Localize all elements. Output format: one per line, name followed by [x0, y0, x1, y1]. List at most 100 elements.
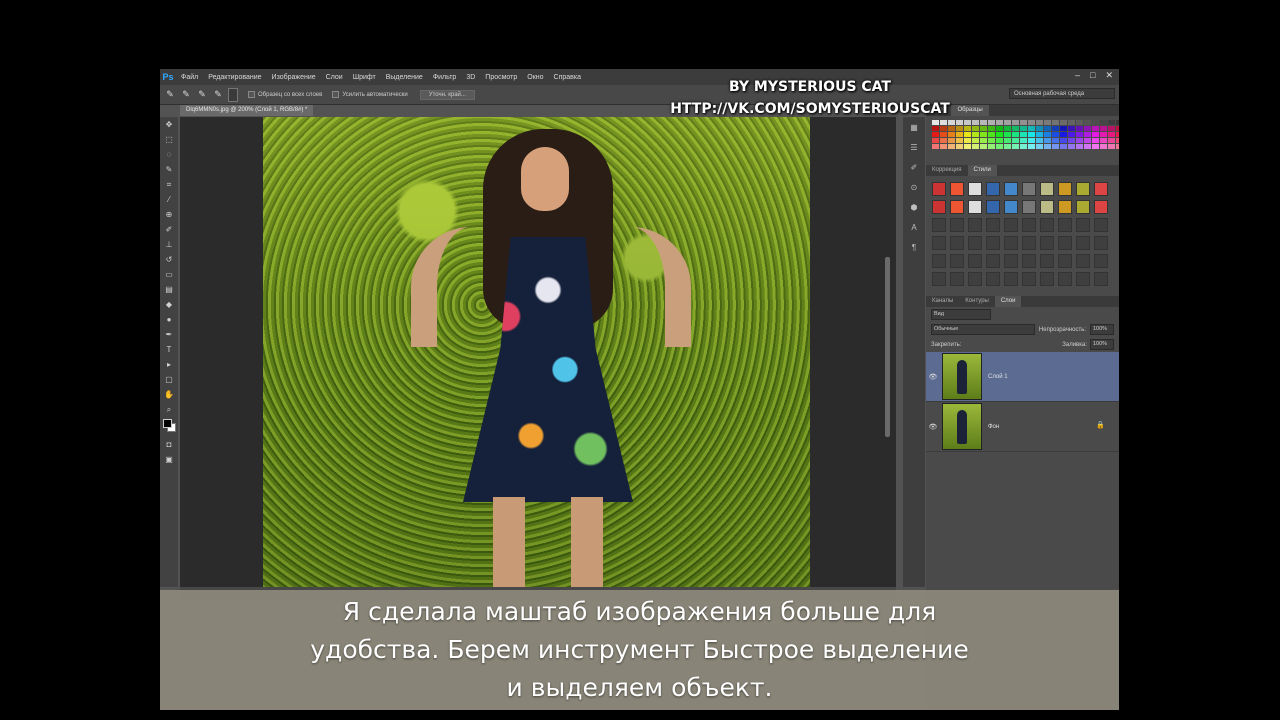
menu-type[interactable]: Шрифт — [348, 74, 381, 81]
color-swatch[interactable] — [956, 144, 963, 149]
marquee-tool-icon[interactable]: ⬚ — [160, 132, 178, 147]
color-swatch[interactable] — [1076, 144, 1083, 149]
style-preset[interactable] — [1004, 236, 1018, 250]
document-canvas[interactable] — [180, 117, 896, 587]
color-swatch[interactable] — [996, 126, 1003, 131]
tab-layers[interactable]: Слои — [994, 296, 1022, 307]
color-swatch[interactable] — [1012, 126, 1019, 131]
menu-window[interactable]: Окно — [522, 74, 548, 81]
style-preset[interactable] — [1022, 200, 1036, 214]
color-swatch[interactable] — [932, 132, 939, 137]
color-swatch[interactable] — [1044, 144, 1051, 149]
color-swatch[interactable] — [1020, 144, 1027, 149]
color-swatch[interactable] — [996, 120, 1003, 125]
color-swatch[interactable] — [1020, 120, 1027, 125]
style-preset[interactable] — [950, 200, 964, 214]
menu-select[interactable]: Выделение — [381, 74, 428, 81]
style-preset[interactable] — [986, 218, 1000, 232]
color-swatch[interactable] — [1108, 132, 1115, 137]
style-preset[interactable] — [1022, 254, 1036, 268]
color-swatch[interactable] — [1028, 144, 1035, 149]
history-brush-tool-icon[interactable]: ↺ — [160, 252, 178, 267]
color-swatch[interactable] — [1044, 138, 1051, 143]
tab-adjustments[interactable]: Коррекция — [926, 165, 968, 176]
color-swatch[interactable] — [940, 120, 947, 125]
eyedropper-tool-icon[interactable]: ⁄ — [160, 192, 178, 207]
clone-source-panel-icon[interactable]: ⊙ — [903, 177, 925, 197]
style-preset[interactable] — [1094, 200, 1108, 214]
color-swatch[interactable] — [1068, 132, 1075, 137]
crop-tool-icon[interactable]: ⌗ — [160, 177, 178, 192]
color-swatch[interactable] — [1052, 144, 1059, 149]
color-swatches[interactable] — [160, 417, 178, 437]
color-swatch[interactable] — [972, 132, 979, 137]
color-swatch[interactable] — [1052, 132, 1059, 137]
screen-mode-icon[interactable]: ▣ — [160, 452, 178, 467]
gradient-tool-icon[interactable]: ▤ — [160, 282, 178, 297]
brush-panel-icon[interactable]: ✐ — [903, 157, 925, 177]
properties-panel-icon[interactable]: ☰ — [903, 137, 925, 157]
style-preset[interactable] — [1004, 182, 1018, 196]
color-swatch[interactable] — [980, 138, 987, 143]
color-swatch[interactable] — [948, 132, 955, 137]
color-swatch[interactable] — [1020, 126, 1027, 131]
style-preset[interactable] — [1040, 218, 1054, 232]
styles-grid[interactable] — [926, 176, 1119, 292]
menu-filter[interactable]: Фильтр — [428, 74, 462, 81]
color-swatch[interactable] — [1036, 126, 1043, 131]
dodge-tool-icon[interactable]: ● — [160, 312, 178, 327]
color-swatch[interactable] — [1004, 120, 1011, 125]
color-swatch[interactable] — [988, 138, 995, 143]
style-preset[interactable] — [950, 218, 964, 232]
color-swatch[interactable] — [948, 138, 955, 143]
color-swatch[interactable] — [1004, 138, 1011, 143]
quick-selection-tool-icon[interactable]: ✎ — [164, 89, 176, 101]
color-swatch[interactable] — [1108, 144, 1115, 149]
color-swatch[interactable] — [980, 120, 987, 125]
style-preset[interactable] — [1094, 236, 1108, 250]
color-swatch[interactable] — [1012, 144, 1019, 149]
3d-panel-icon[interactable]: ⬢ — [903, 197, 925, 217]
style-preset[interactable] — [1058, 272, 1072, 286]
style-preset[interactable] — [1076, 254, 1090, 268]
style-preset[interactable] — [968, 200, 982, 214]
color-swatch[interactable] — [1100, 126, 1107, 131]
color-swatch[interactable] — [1036, 132, 1043, 137]
document-tab[interactable]: Dlq6MMN0s.jpg @ 200% (Слой 1, RGB/8#) * — [180, 105, 314, 116]
color-swatch[interactable] — [1116, 126, 1119, 131]
color-swatch[interactable] — [956, 120, 963, 125]
healing-brush-tool-icon[interactable]: ⊕ — [160, 207, 178, 222]
color-swatch[interactable] — [964, 138, 971, 143]
style-preset[interactable] — [1040, 236, 1054, 250]
style-preset[interactable] — [1076, 182, 1090, 196]
color-swatch[interactable] — [1044, 126, 1051, 131]
color-swatch[interactable] — [1068, 126, 1075, 131]
menu-image[interactable]: Изображение — [267, 74, 321, 81]
workspace-select[interactable]: Основная рабочая среда — [1009, 88, 1115, 99]
type-tool-icon[interactable]: T — [160, 342, 178, 357]
color-swatch[interactable] — [988, 120, 995, 125]
menu-3d[interactable]: 3D — [461, 74, 480, 81]
quick-selection-tool-icon[interactable]: ✎ — [160, 162, 178, 177]
menu-edit[interactable]: Редактирование — [203, 74, 266, 81]
style-preset[interactable] — [986, 272, 1000, 286]
blend-mode-select[interactable]: Обычные — [931, 324, 1035, 335]
lasso-tool-icon[interactable]: ◌ — [160, 147, 178, 162]
style-preset[interactable] — [1022, 218, 1036, 232]
style-preset[interactable] — [950, 236, 964, 250]
quick-mask-icon[interactable]: ◘ — [160, 437, 178, 452]
style-preset[interactable] — [1022, 236, 1036, 250]
color-swatch[interactable] — [996, 138, 1003, 143]
style-preset[interactable] — [1076, 236, 1090, 250]
blur-tool-icon[interactable]: ◆ — [160, 297, 178, 312]
color-swatch[interactable] — [940, 126, 947, 131]
style-preset[interactable] — [1004, 218, 1018, 232]
color-swatch[interactable] — [964, 126, 971, 131]
style-preset[interactable] — [1094, 254, 1108, 268]
style-preset[interactable] — [1058, 218, 1072, 232]
style-preset[interactable] — [986, 236, 1000, 250]
color-swatch[interactable] — [1036, 144, 1043, 149]
color-swatch[interactable] — [948, 120, 955, 125]
style-preset[interactable] — [932, 236, 946, 250]
style-preset[interactable] — [968, 218, 982, 232]
